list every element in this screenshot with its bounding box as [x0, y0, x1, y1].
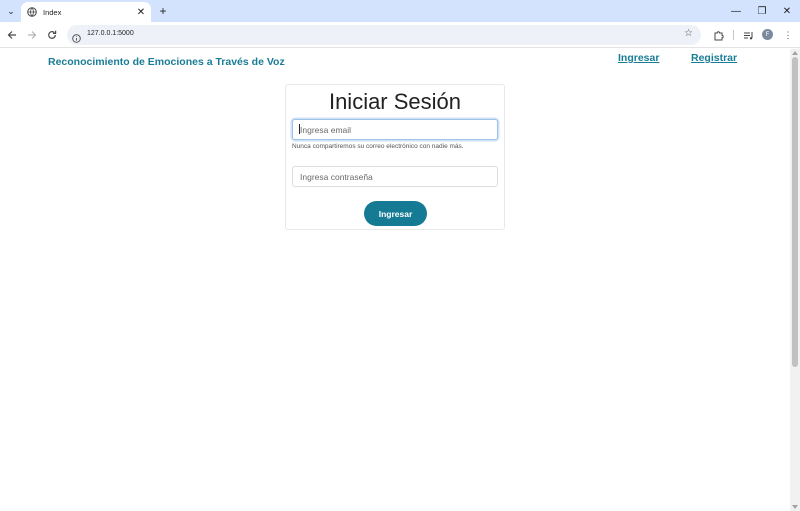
forward-icon[interactable] [24, 27, 40, 43]
profile-avatar[interactable]: F [762, 29, 773, 40]
scrollbar[interactable] [790, 49, 800, 511]
bookmark-star-icon[interactable]: ☆ [684, 28, 693, 39]
scroll-up-icon[interactable] [792, 51, 798, 55]
tab-strip: ⌄ Index ✕ + — ❐ ✕ [0, 0, 800, 22]
minimize-button[interactable]: — [724, 2, 748, 20]
media-control-icon[interactable] [741, 28, 755, 42]
back-icon[interactable] [4, 27, 20, 43]
login-title: Iniciar Sesión [328, 89, 462, 114]
tab-close-icon[interactable]: ✕ [134, 5, 148, 19]
reload-icon[interactable] [44, 27, 60, 43]
brand-title[interactable]: Reconocimiento de Emociones a Través de … [48, 56, 285, 68]
browser-tab[interactable]: Index ✕ [21, 2, 151, 22]
extensions-icon[interactable] [711, 28, 725, 42]
email-input[interactable] [292, 119, 498, 140]
email-help-text: Nunca compartiremos su correo electrónic… [292, 143, 464, 150]
address-bar[interactable]: 127.0.0.1:5000 ☆ [67, 25, 701, 45]
menu-icon[interactable]: ⋮ [781, 28, 795, 42]
tab-search-icon[interactable]: ⌄ [3, 3, 19, 19]
url-text: 127.0.0.1:5000 [87, 30, 134, 37]
tab-title: Index [43, 7, 62, 17]
text-caret [299, 124, 300, 134]
page-viewport: Reconocimiento de Emociones a Través de … [0, 49, 790, 511]
globe-icon [27, 7, 37, 17]
restore-button[interactable]: ❐ [750, 2, 774, 20]
site-info-icon[interactable] [72, 30, 81, 43]
scroll-down-icon[interactable] [792, 505, 798, 509]
browser-toolbar: 127.0.0.1:5000 ☆ F ⋮ [0, 22, 800, 48]
close-window-button[interactable]: ✕ [775, 2, 799, 20]
login-submit-button[interactable]: Ingresar [364, 201, 427, 226]
scroll-thumb[interactable] [792, 57, 798, 367]
new-tab-button[interactable]: + [155, 3, 171, 19]
nav-register-link[interactable]: Registrar [691, 52, 737, 64]
login-card: Iniciar Sesión Nunca compartiremos su co… [285, 84, 505, 230]
password-input[interactable] [292, 166, 498, 187]
toolbar-divider [733, 30, 734, 40]
nav-login-link[interactable]: Ingresar [618, 52, 659, 64]
